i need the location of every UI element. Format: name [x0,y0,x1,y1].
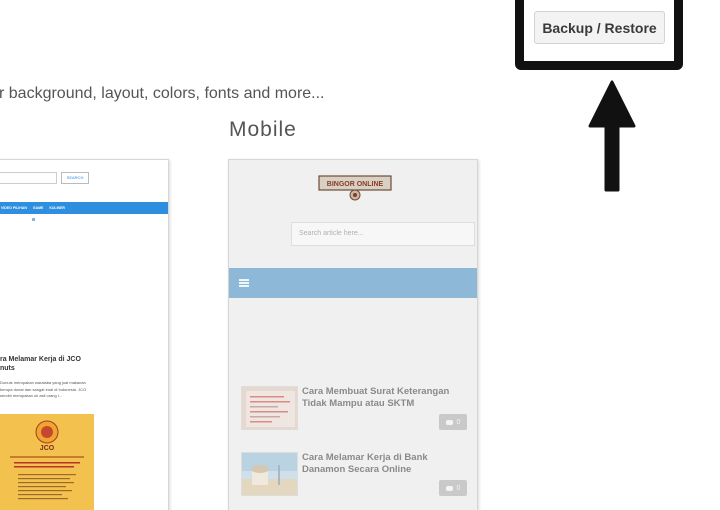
hamburger-menu-icon[interactable] [239,279,249,287]
list-item[interactable]: Cara Membuat Surat Keterangan Tidak Mamp… [241,386,467,438]
mobile-heading: Mobile [229,118,297,141]
desktop-search-button[interactable]: SEARCH [61,172,89,184]
comment-icon [445,485,453,491]
intro-text: r background, layout, colors, fonts and … [0,85,325,102]
desktop-nav: VIDEO PILIHAN GAME KULINER [0,202,168,214]
desktop-post-title[interactable]: ra Melamar Kerja di JCO nuts [0,355,95,373]
mobile-preview[interactable]: BINGOR ONLINE Search article here... Car… [228,159,478,510]
comment-count-badge[interactable]: 0 [439,414,467,430]
comment-count: 0 [456,418,461,426]
post-thumbnail[interactable] [241,452,298,496]
site-logo[interactable]: BINGOR ONLINE [317,170,393,202]
mobile-header: BINGOR ONLINE Search article here... [229,160,477,268]
highlight-frame: Backup / Restore [515,0,683,70]
comment-icon [445,419,453,425]
backup-restore-button[interactable]: Backup / Restore [534,11,665,44]
up-arrow-icon [588,80,636,192]
site-logo-text: BINGOR ONLINE [327,181,384,188]
desktop-nav-item[interactable]: GAME [33,206,44,210]
desktop-nav-item[interactable]: KULINER [49,206,65,210]
comment-count: 0 [456,484,461,492]
desktop-post-excerpt: Donuts merupakan waralaba yang jual maka… [0,380,87,398]
desktop-preview[interactable]: ... SEARCH VIDEO PILIHAN GAME KULINER ra… [0,159,169,510]
jco-logo-image: JCO [0,414,94,510]
desktop-search-input[interactable]: ... [0,172,57,184]
post-thumbnail[interactable] [241,386,298,430]
mobile-nav [229,268,477,298]
desktop-post-image[interactable]: JCO [0,414,94,510]
post-title[interactable]: Cara Melamar Kerja di Bank Danamon Secar… [302,452,462,476]
jco-image-label: JCO [40,445,55,452]
slider-dot [32,218,35,221]
desktop-nav-item[interactable]: VIDEO PILIHAN [1,206,27,210]
post-title[interactable]: Cara Membuat Surat Keterangan Tidak Mamp… [302,386,462,410]
mobile-search-input[interactable]: Search article here... [291,222,475,246]
list-item[interactable]: Cara Melamar Kerja di Bank Danamon Secar… [241,452,467,504]
comment-count-badge[interactable]: 0 [439,480,467,496]
